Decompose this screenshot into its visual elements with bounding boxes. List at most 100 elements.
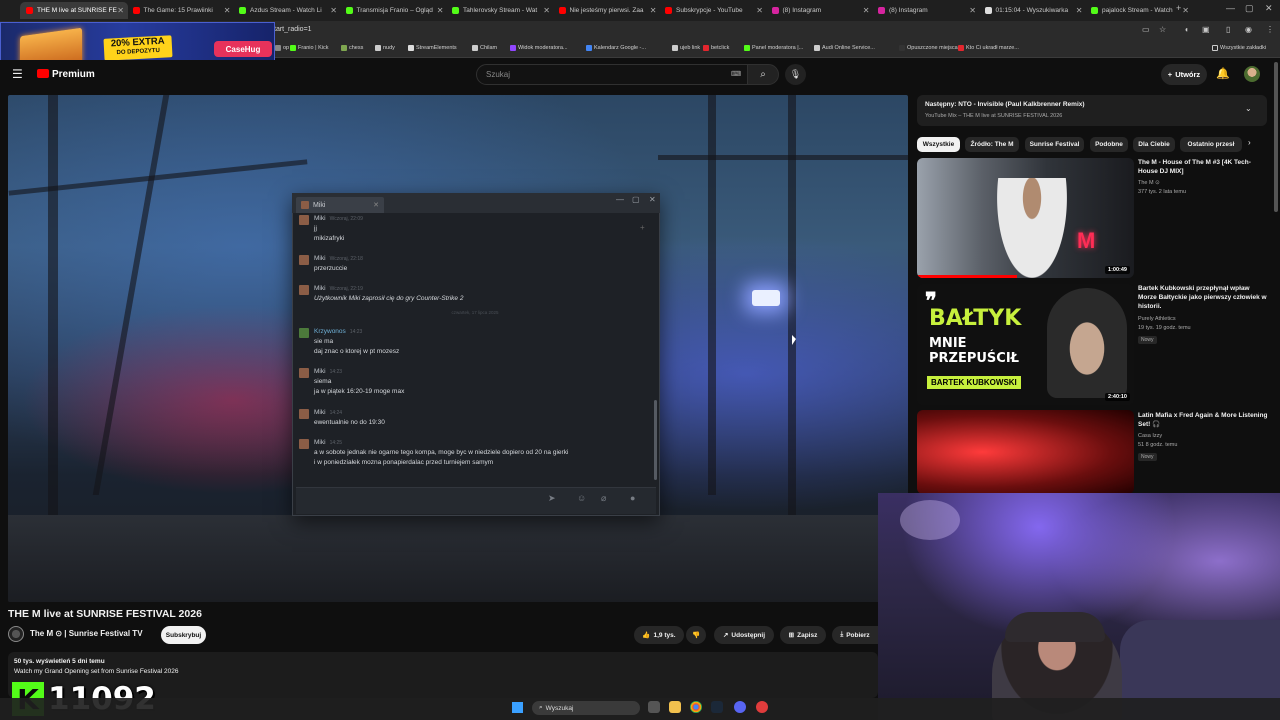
new-tab-button[interactable]: + xyxy=(1176,3,1181,13)
close-tab-icon[interactable]: ✕ xyxy=(756,6,763,15)
bookmark-item[interactable]: Kto Ci ukradł marze... xyxy=(958,45,1019,51)
browser-tab[interactable]: THE M live at SUNRISE FE ✕ xyxy=(20,2,128,19)
dislike-button[interactable]: 👎 xyxy=(686,626,706,644)
sender-name[interactable]: Miki Wczoraj, 22:18 xyxy=(314,255,363,262)
sidebar-icon[interactable]: ▯ xyxy=(1226,25,1230,34)
bookmark-item[interactable]: chess xyxy=(341,45,363,51)
minimize-window-icon[interactable]: — xyxy=(1226,3,1235,13)
video-thumbnail-2[interactable]: ❞ BAŁTYK MNIE PRZEPUŚCIŁ BARTEK KUBKOWSK… xyxy=(917,284,1134,405)
filter-chip[interactable]: Źródło: The M xyxy=(965,137,1019,152)
next-up-panel[interactable] xyxy=(917,95,1267,126)
close-tab-icon[interactable]: ✕ xyxy=(437,6,444,15)
discord-icon[interactable] xyxy=(734,701,746,713)
sender-avatar[interactable] xyxy=(299,409,309,419)
bookmark-item[interactable]: Franio | Kick xyxy=(290,45,328,51)
sender-avatar[interactable] xyxy=(299,215,309,225)
extension-icon[interactable]: ◖ xyxy=(1184,25,1189,34)
subscribe-button[interactable]: Subskrybuj xyxy=(161,626,206,644)
search-input[interactable]: Szukaj xyxy=(476,64,748,85)
sender-avatar[interactable] xyxy=(299,255,309,265)
bookmark-item[interactable]: Chilam xyxy=(472,45,497,51)
more-menu-icon[interactable]: ⋮ xyxy=(1266,25,1274,34)
browser-tab[interactable]: Nie jesteśmy pierwsi. Zaa ✕ xyxy=(553,2,661,19)
sender-name[interactable]: Miki Wczoraj, 22:09 xyxy=(314,215,363,222)
like-button[interactable]: 👍 1,9 tys. xyxy=(634,626,684,644)
video-thumbnail-1[interactable]: M 1:00:49 xyxy=(917,158,1134,278)
chat-tab[interactable]: Miki ✕ xyxy=(296,197,384,213)
maximize-window-icon[interactable]: ▢ xyxy=(1245,3,1254,14)
bookmark-star-icon[interactable]: ☆ xyxy=(1159,25,1166,34)
bookmark-item[interactable]: Widok moderatora... xyxy=(510,45,568,51)
emoji-icon[interactable]: ☺ xyxy=(577,493,586,503)
youtube-premium-label[interactable]: Premium xyxy=(52,69,95,80)
close-tab-icon[interactable]: ✕ xyxy=(969,6,976,15)
browser-tab[interactable]: Transmisja Franio – Ogląd ✕ xyxy=(340,2,448,19)
sender-name[interactable]: Miki 14:23 xyxy=(314,368,342,375)
browser-tab[interactable]: Azdus Stream - Watch Li ✕ xyxy=(233,2,341,19)
keyboard-icon[interactable]: ⌨ xyxy=(731,70,741,78)
filter-chip[interactable]: Sunrise Festival xyxy=(1025,137,1084,152)
video-thumbnail-3[interactable] xyxy=(917,410,1134,494)
sender-name[interactable]: Miki Wczoraj, 22:19 xyxy=(314,285,363,292)
bookmark-item[interactable]: Panel moderatora |... xyxy=(744,45,803,51)
notifications-bell-icon[interactable]: 🔔 xyxy=(1216,67,1230,80)
sender-avatar[interactable] xyxy=(299,368,309,378)
bookmark-item[interactable]: nudy xyxy=(375,45,395,51)
sender-name[interactable]: Miki 14:25 xyxy=(314,439,342,446)
close-tab-icon[interactable]: ✕ xyxy=(543,6,550,15)
browser-tab[interactable]: (8) Instagram ✕ xyxy=(766,2,874,19)
attachment-icon[interactable]: ⌀ xyxy=(601,493,606,504)
send-icon[interactable]: ➤ xyxy=(548,493,556,504)
obs-icon[interactable] xyxy=(756,701,768,713)
chat-maximize-icon[interactable]: ▢ xyxy=(632,195,640,204)
search-button[interactable]: ⌕ xyxy=(747,64,779,85)
page-scrollbar[interactable] xyxy=(1274,62,1278,212)
bookmark-item[interactable]: ujeb link xyxy=(672,45,700,51)
video-channel-1[interactable]: The M ⊙ xyxy=(1138,180,1160,186)
filter-chip[interactable]: Podobne xyxy=(1090,137,1128,152)
bookmark-item[interactable]: betclick xyxy=(703,45,729,51)
chat-scrollbar[interactable] xyxy=(654,400,657,480)
steam-icon[interactable] xyxy=(711,701,723,713)
youtube-logo-icon[interactable] xyxy=(37,69,49,78)
video-channel-2[interactable]: Purely Athletics xyxy=(1138,316,1176,322)
close-tab-icon[interactable]: ✕ xyxy=(650,6,657,15)
browser-tab[interactable]: Tahlerovsky Stream - Wat ✕ xyxy=(446,2,554,19)
create-button[interactable]: + Utwórz xyxy=(1161,64,1207,85)
all-bookmarks-folder[interactable]: Wszystkie zakładki xyxy=(1212,45,1266,51)
windows-start-icon[interactable] xyxy=(512,702,523,713)
sender-name[interactable]: Miki 14:24 xyxy=(314,409,342,416)
sender-avatar[interactable] xyxy=(299,285,309,295)
video-channel-3[interactable]: Casa Izzy xyxy=(1138,433,1162,439)
close-chat-tab-icon[interactable]: ✕ xyxy=(373,201,379,209)
hamburger-menu-icon[interactable]: ☰ xyxy=(12,67,23,81)
bookmark-item[interactable]: Audi Online Service... xyxy=(814,45,875,51)
browser-tab[interactable]: The Game: 15 Prawiinki ✕ xyxy=(127,2,235,19)
close-tab-icon[interactable]: ✕ xyxy=(330,6,337,15)
chrome-icon[interactable] xyxy=(690,701,702,713)
voice-search-button[interactable]: 🎙 xyxy=(785,64,806,85)
profile-icon[interactable]: ◉ xyxy=(1245,25,1252,34)
extensions-puzzle-icon[interactable]: ▣ xyxy=(1202,25,1210,34)
sender-avatar[interactable] xyxy=(299,439,309,449)
filter-chip[interactable]: Dla Ciebie xyxy=(1133,137,1175,152)
user-avatar[interactable] xyxy=(1244,66,1260,82)
browser-tab[interactable]: (8) Instagram ✕ xyxy=(872,2,980,19)
bookmark-item[interactable]: Opuszczone miejsca... xyxy=(899,45,962,51)
task-view-icon[interactable] xyxy=(648,701,660,713)
close-tab-icon[interactable]: ✕ xyxy=(1182,6,1189,15)
channel-avatar[interactable] xyxy=(8,626,24,642)
close-window-icon[interactable]: ✕ xyxy=(1265,3,1273,14)
channel-name[interactable]: The M ⊙ | Sunrise Festival TV xyxy=(30,629,143,638)
video-title-2[interactable]: Bartek Kubkowski przepłynął wpław Morze … xyxy=(1138,284,1268,311)
close-tab-icon[interactable]: ✕ xyxy=(117,6,124,15)
save-button[interactable]: ⊞ Zapisz xyxy=(780,626,826,644)
file-explorer-icon[interactable] xyxy=(669,701,681,713)
close-tab-icon[interactable]: ✕ xyxy=(224,6,231,15)
sender-name[interactable]: Krzywonos 14:23 xyxy=(314,328,362,335)
url-field[interactable]: tart_radio=1 xyxy=(274,26,312,33)
chat-close-icon[interactable]: ✕ xyxy=(649,195,656,204)
filter-chip[interactable]: Ostatnio przesł xyxy=(1180,137,1242,152)
cast-icon[interactable]: ▭ xyxy=(1142,25,1150,34)
taskbar-search[interactable]: ⌕ Wyszukaj xyxy=(532,701,640,715)
